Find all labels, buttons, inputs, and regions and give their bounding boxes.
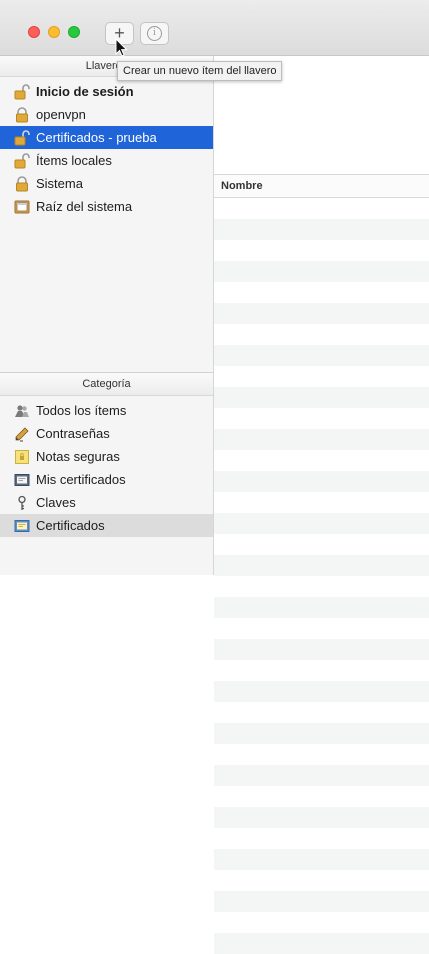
empty-row xyxy=(214,387,429,408)
category-item-contrasenas[interactable]: Contraseñas xyxy=(0,422,213,445)
empty-row xyxy=(214,492,429,513)
minimize-window-button[interactable] xyxy=(48,26,60,38)
category-item-todos-los-items[interactable]: Todos los ítems xyxy=(0,399,213,422)
empty-row xyxy=(214,912,429,933)
pen-icon xyxy=(15,427,29,442)
empty-row xyxy=(214,471,429,492)
category-header: Categoría xyxy=(0,372,213,396)
mouse-cursor-icon xyxy=(115,38,128,57)
keychain-label: openvpn xyxy=(36,107,86,122)
keychain-label: Inicio de sesión xyxy=(36,84,134,99)
empty-row xyxy=(214,891,429,912)
empty-row xyxy=(214,933,429,954)
info-icon: i xyxy=(147,25,162,41)
zoom-window-button[interactable] xyxy=(68,26,80,38)
empty-row xyxy=(214,240,429,261)
info-button[interactable]: i xyxy=(140,22,169,45)
certificate-icon xyxy=(14,520,30,532)
category-label: Mis certificados xyxy=(36,472,126,487)
keychain-label: Ítems locales xyxy=(36,153,112,168)
keychain-label: Raíz del sistema xyxy=(36,199,133,214)
lock-closed-icon xyxy=(16,176,28,192)
category-list: Todos los ítems Contraseñas Notas segura… xyxy=(0,399,213,537)
empty-row xyxy=(214,870,429,891)
empty-row xyxy=(214,849,429,870)
empty-row xyxy=(214,534,429,555)
keychain-label: Sistema xyxy=(36,176,83,191)
empty-row xyxy=(214,807,429,828)
empty-row xyxy=(214,408,429,429)
key-icon xyxy=(18,495,26,510)
empty-row xyxy=(214,639,429,660)
empty-row xyxy=(214,723,429,744)
empty-row xyxy=(214,219,429,240)
lock-open-icon xyxy=(14,84,30,100)
category-label: Contraseñas xyxy=(36,426,110,441)
empty-row xyxy=(214,513,429,534)
keychain-item-raiz-del-sistema[interactable]: Raíz del sistema xyxy=(0,195,213,218)
empty-row xyxy=(214,555,429,576)
empty-row xyxy=(214,786,429,807)
category-label: Certificados xyxy=(36,518,105,533)
close-window-button[interactable] xyxy=(28,26,40,38)
people-icon xyxy=(15,405,29,417)
empty-row xyxy=(214,618,429,639)
empty-row xyxy=(214,345,429,366)
empty-row xyxy=(214,261,429,282)
sidebar: Llaveros Inicio de sesión openvpn Certif… xyxy=(0,56,214,575)
empty-row xyxy=(214,198,429,219)
empty-row xyxy=(214,681,429,702)
empty-row xyxy=(214,282,429,303)
empty-row xyxy=(214,828,429,849)
category-label: Todos los ítems xyxy=(36,403,127,418)
category-item-mis-certificados[interactable]: Mis certificados xyxy=(0,468,213,491)
empty-row xyxy=(214,324,429,345)
category-label: Claves xyxy=(36,495,76,510)
keychain-item-openvpn[interactable]: openvpn xyxy=(0,103,213,126)
lock-open-icon xyxy=(14,130,30,146)
keychain-item-sistema[interactable]: Sistema xyxy=(0,172,213,195)
category-section: Categoría Todos los ítems Contraseñas No… xyxy=(0,372,213,537)
column-header-nombre[interactable]: Nombre xyxy=(214,174,429,198)
empty-row xyxy=(214,576,429,597)
empty-row xyxy=(214,597,429,618)
secure-note-icon xyxy=(15,450,29,464)
column-header-label: Nombre xyxy=(221,180,263,192)
keychain-item-items-locales[interactable]: Ítems locales xyxy=(0,149,213,172)
my-certificate-icon xyxy=(14,474,30,486)
lock-closed-icon xyxy=(16,107,28,123)
empty-row xyxy=(214,702,429,723)
keychain-item-certificados-prueba[interactable]: Certificados - prueba xyxy=(0,126,213,149)
empty-row xyxy=(214,765,429,786)
item-list xyxy=(214,198,429,954)
keychain-item-inicio-de-sesion[interactable]: Inicio de sesión xyxy=(0,80,213,103)
add-item-tooltip: Crear un nuevo ítem del llavero xyxy=(117,61,283,81)
cabinet-icon xyxy=(14,200,30,214)
category-item-notas-seguras[interactable]: Notas seguras xyxy=(0,445,213,468)
category-label: Notas seguras xyxy=(36,449,120,464)
empty-row xyxy=(214,744,429,765)
keychain-list: Inicio de sesión openvpn Certificados - … xyxy=(0,80,213,218)
lock-open-icon xyxy=(14,153,30,169)
empty-row xyxy=(214,303,429,324)
category-item-claves[interactable]: Claves xyxy=(0,491,213,514)
empty-row xyxy=(214,366,429,387)
title-bar: + i xyxy=(0,0,429,56)
empty-row xyxy=(214,660,429,681)
empty-row xyxy=(214,429,429,450)
empty-row xyxy=(214,450,429,471)
category-item-certificados[interactable]: Certificados xyxy=(0,514,213,537)
item-list-pane: Nombre xyxy=(214,56,429,954)
keychain-label: Certificados - prueba xyxy=(36,130,157,145)
